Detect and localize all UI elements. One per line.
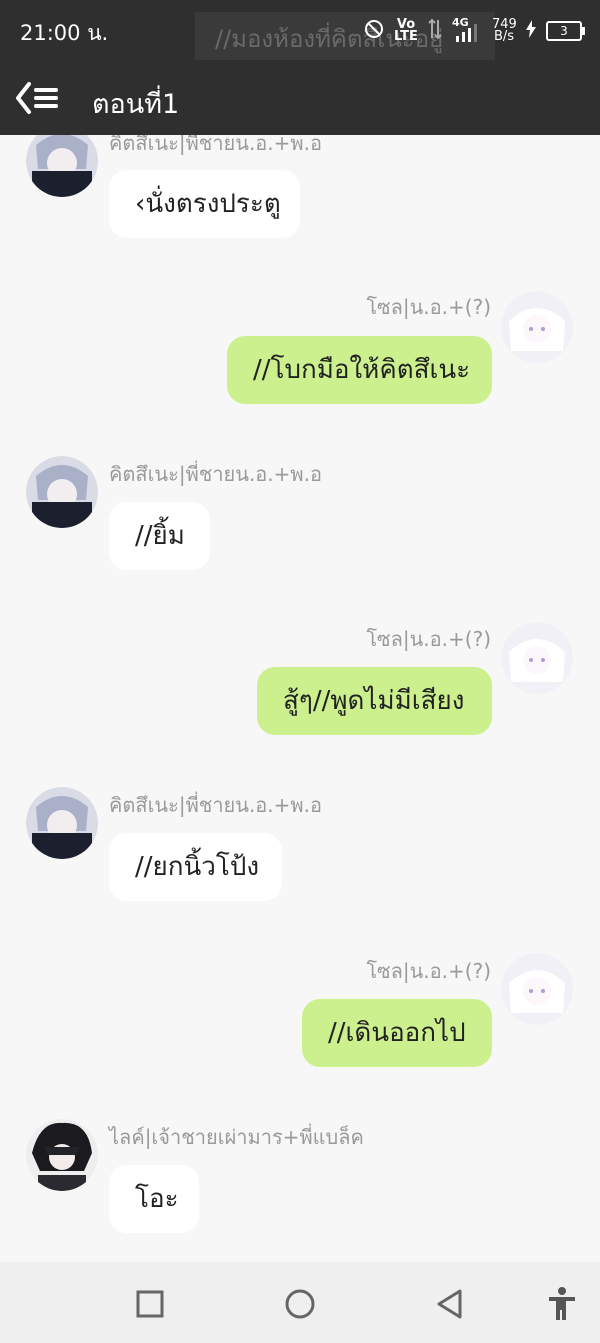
signal-arrows-icon [428, 18, 442, 44]
message-bubble[interactable]: //ยิ้ม [109, 502, 210, 570]
kitsune-avatar-icon[interactable] [26, 456, 98, 528]
message-bubble[interactable]: //โบกมือให้คิตสึเนะ [227, 336, 492, 404]
square-icon [136, 1290, 164, 1318]
back-button[interactable] [430, 1284, 470, 1324]
sol-avatar-icon[interactable] [501, 291, 573, 363]
accessibility-button[interactable] [542, 1284, 582, 1324]
sender-name: คิตสึเนะ|พี่ชายน.อ.+พ.อ [109, 462, 322, 486]
back-menu-button[interactable] [14, 78, 62, 118]
sender-name: โซล|น.อ.+(?) [366, 627, 491, 651]
accessibility-icon [549, 1287, 575, 1320]
battery-icon: 3 [546, 21, 585, 41]
page-title: ตอนที่1 [92, 89, 180, 120]
triangle-back-icon [437, 1289, 462, 1319]
chat-navbar: ตอนที่1 [0, 62, 600, 135]
net-speed: 749 B/s [492, 18, 517, 44]
message-bubble[interactable]: โอะ [109, 1165, 199, 1233]
message-bubble[interactable]: สู้ๆ//พูดไม่มีเสียง [257, 667, 492, 735]
chat-area[interactable]: คิตสึเนะ|พี่ชายน.อ.+พ.อ ‹นั่งตรงประตู โซ… [0, 0, 600, 1262]
status-icons: Vo LTE 4G 749 B/s 3 [364, 14, 585, 48]
status-time: 21:00 น. [20, 21, 109, 45]
message-bubble[interactable]: ‹นั่งตรงประตู [109, 170, 300, 238]
sender-name: โซล|น.อ.+(?) [366, 959, 491, 983]
charging-icon [526, 20, 536, 42]
sender-name: โซล|น.อ.+(?) [366, 295, 491, 319]
sol-avatar-icon[interactable] [501, 953, 573, 1025]
message-bubble[interactable]: //ยกนิ้วโป้ง [109, 833, 282, 901]
dnd-icon [364, 19, 384, 43]
top-header: //มองห้องที่คิตสึเนะอยู่ 21:00 น. Vo LTE… [0, 0, 600, 135]
sender-name: คิตสึเนะ|พี่ชายน.อ.+พ.อ [109, 793, 322, 817]
home-button[interactable] [280, 1284, 320, 1324]
message-bubble[interactable]: //เดินออกไป [302, 999, 492, 1067]
back-menu-icon [16, 82, 58, 114]
status-bar: //มองห้องที่คิตสึเนะอยู่ 21:00 น. Vo LTE… [0, 0, 600, 62]
recent-apps-button[interactable] [130, 1284, 170, 1324]
net-speed-unit: B/s [493, 29, 515, 44]
like-avatar-icon[interactable] [26, 1119, 98, 1191]
system-nav-bar [0, 1262, 600, 1343]
volte-icon: Vo LTE [394, 17, 418, 44]
kitsune-avatar-icon[interactable] [26, 787, 98, 859]
sol-avatar-icon[interactable] [501, 622, 573, 694]
sender-name: ไลค์|เจ้าชายเผ่ามาร+พี่แบล็ค [109, 1125, 364, 1149]
signal-strength-icon: 4G [452, 16, 482, 44]
circle-icon [285, 1289, 315, 1319]
kitsune-avatar-icon[interactable] [26, 125, 98, 197]
